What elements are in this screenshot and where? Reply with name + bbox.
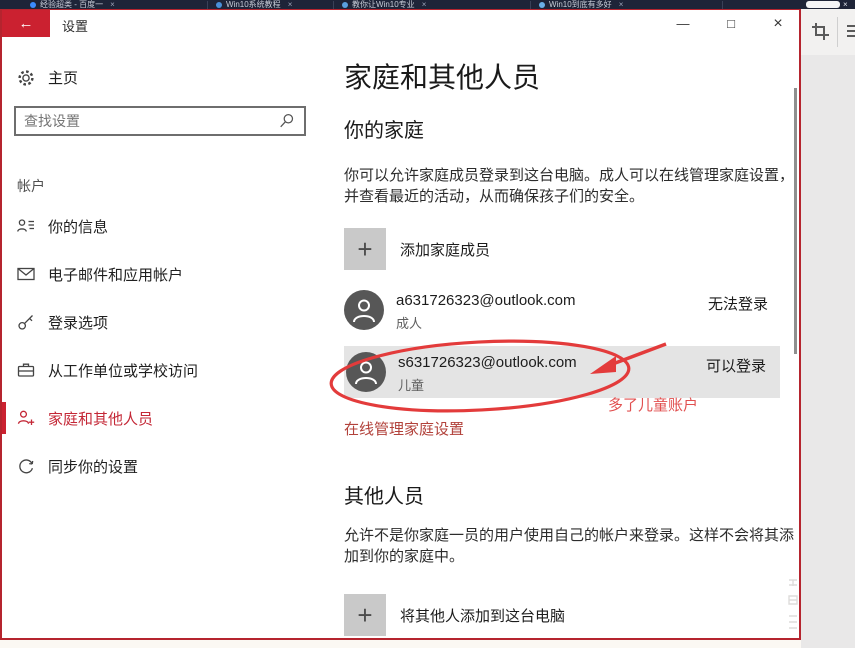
plus-icon: + <box>344 594 386 636</box>
crop-icon[interactable] <box>811 22 831 42</box>
search-icon[interactable] <box>278 112 296 130</box>
tab-label: 教你让Win10专业 <box>352 0 415 9</box>
tab-separator <box>722 1 723 9</box>
sidebar-item-your-info[interactable]: 你的信息 <box>2 208 312 244</box>
tab-favicon <box>30 2 36 8</box>
account-email: s631726323@outlook.com <box>398 354 577 371</box>
tab-label: 经验超类 - 百度一 <box>40 0 103 9</box>
gear-icon <box>16 68 36 88</box>
tab-separator <box>207 1 208 9</box>
sidebar-item-sync-settings[interactable]: 同步你的设置 <box>2 448 312 484</box>
new-tab-button[interactable] <box>806 1 840 8</box>
others-description: 允许不是你家庭一员的用户使用自己的帐户来登录。这样不会将其添加到你的家庭中。 <box>344 525 799 567</box>
tab-favicon <box>342 2 348 8</box>
envelope-icon <box>16 264 36 284</box>
avatar-person-icon <box>346 352 386 392</box>
sidebar-item-label: 家庭和其他人员 <box>48 408 153 429</box>
family-account-child[interactable]: s631726323@outlook.com 儿童 可以登录 <box>344 346 780 398</box>
account-email: a631726323@outlook.com <box>396 292 576 309</box>
person-plus-icon <box>16 408 36 428</box>
tab-favicon <box>216 2 222 8</box>
search-box[interactable] <box>14 106 306 136</box>
sidebar-item-signin-options[interactable]: 登录选项 <box>2 304 312 340</box>
scrollbar-thumb[interactable] <box>794 88 797 354</box>
tab-favicon <box>539 2 545 8</box>
account-status: 无法登录 <box>708 293 768 314</box>
settings-window: ← 设置 — □ × 主页 帐户 <box>0 8 801 640</box>
key-icon <box>16 312 36 332</box>
sidebar-item-home[interactable]: 主页 <box>16 67 78 88</box>
tab-close-icon[interactable]: × <box>619 0 624 9</box>
tab-label: Win10到底有多好 <box>549 0 612 9</box>
person-card-icon <box>16 216 36 236</box>
avatar-person-icon <box>344 290 384 330</box>
add-family-member-label: 添加家庭成员 <box>400 239 490 260</box>
home-label: 主页 <box>48 67 78 88</box>
family-heading: 你的家庭 <box>344 114 424 143</box>
tab-close-icon[interactable]: × <box>422 0 427 9</box>
watermark-marks <box>786 576 800 634</box>
add-family-member-button[interactable]: + 添加家庭成员 <box>344 228 780 270</box>
others-heading: 其他人员 <box>344 480 424 509</box>
plus-icon: + <box>344 228 386 270</box>
tab-label: Win10系统教程 <box>226 0 281 9</box>
tab-separator <box>333 1 334 9</box>
toolbar-separator <box>837 17 838 47</box>
sync-icon <box>16 456 36 476</box>
screen: 经验超类 - 百度一 × Win10系统教程 × 教你让Win10专业 × Wi… <box>0 0 855 648</box>
account-role: 儿童 <box>398 375 424 394</box>
family-description: 你可以允许家庭成员登录到这台电脑。成人可以在线管理家庭设置，并查看最近的活动，从… <box>344 165 799 207</box>
back-arrow-icon: ← <box>19 15 34 32</box>
browser-tab-1[interactable]: 经验超类 - 百度一 × <box>26 0 204 9</box>
browser-tab-3[interactable]: 教你让Win10专业 × <box>338 0 508 9</box>
sidebar-item-label: 登录选项 <box>48 312 108 333</box>
sidebar-item-family-other-people[interactable]: 家庭和其他人员 <box>2 400 312 436</box>
browser-close-icon[interactable]: × <box>843 0 848 9</box>
menu-icon[interactable] <box>847 25 855 40</box>
minimize-button[interactable]: — <box>670 14 696 34</box>
tab-separator <box>530 1 531 9</box>
browser-tab-4[interactable]: Win10到底有多好 × <box>535 0 701 9</box>
annotation-note: 多了儿童账户 <box>608 394 698 415</box>
sidebar-item-label: 电子邮件和应用帐户 <box>48 264 183 285</box>
add-other-person-label: 将其他人添加到这台电脑 <box>400 605 565 626</box>
manage-family-online-link[interactable]: 在线管理家庭设置 <box>344 418 464 439</box>
browser-toolbar <box>801 9 855 55</box>
sidebar-item-label: 你的信息 <box>48 216 108 237</box>
search-input[interactable] <box>16 113 278 129</box>
close-button[interactable]: × <box>765 14 791 34</box>
briefcase-icon <box>16 360 36 380</box>
sidebar-section-header: 帐户 <box>17 176 45 196</box>
browser-tabbar: 经验超类 - 百度一 × Win10系统教程 × 教你让Win10专业 × Wi… <box>0 0 855 9</box>
app-title: 设置 <box>62 16 88 35</box>
sidebar-item-email-accounts[interactable]: 电子邮件和应用帐户 <box>2 256 312 292</box>
maximize-button[interactable]: □ <box>718 14 744 34</box>
sidebar-nav: 你的信息 电子邮件和应用帐户 <box>2 208 312 496</box>
account-status: 可以登录 <box>706 355 766 376</box>
browser-tab-2[interactable]: Win10系统教程 × <box>212 0 330 9</box>
page-title: 家庭和其他人员 <box>344 56 540 96</box>
sidebar-item-label: 从工作单位或学校访问 <box>48 360 198 381</box>
add-other-person-button[interactable]: + 将其他人添加到这台电脑 <box>344 594 780 636</box>
tab-close-icon[interactable]: × <box>110 0 115 9</box>
sidebar-item-work-school[interactable]: 从工作单位或学校访问 <box>2 352 312 388</box>
bottom-strip <box>0 640 801 648</box>
family-account-adult[interactable]: a631726323@outlook.com 成人 无法登录 <box>344 290 780 338</box>
sidebar-item-label: 同步你的设置 <box>48 456 138 477</box>
selected-indicator <box>2 402 6 434</box>
tab-close-icon[interactable]: × <box>288 0 293 9</box>
browser-right-strip <box>801 9 855 648</box>
account-role: 成人 <box>396 313 422 332</box>
back-button[interactable]: ← <box>2 10 50 37</box>
